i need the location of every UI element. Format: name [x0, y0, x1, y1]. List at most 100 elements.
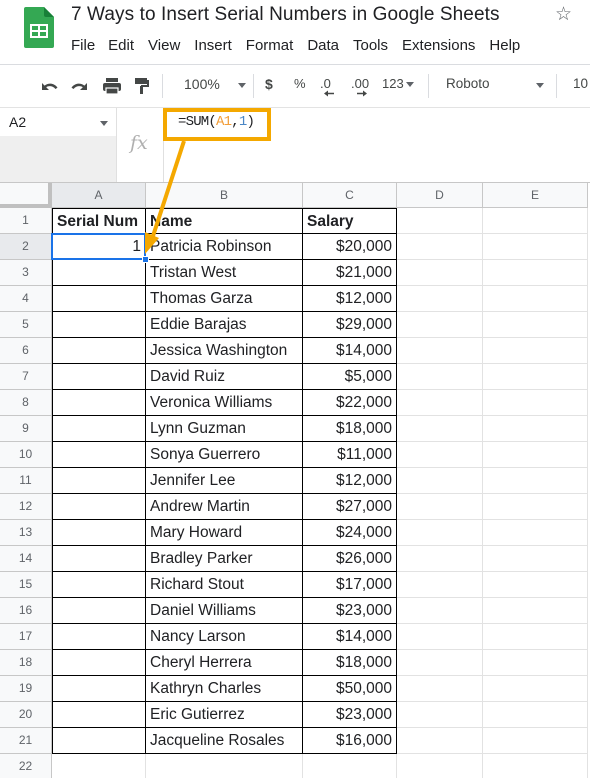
percent-format-button[interactable]: %	[294, 76, 306, 91]
cell-name[interactable]: Thomas Garza	[146, 286, 303, 312]
cell-d[interactable]	[397, 338, 483, 364]
menu-file[interactable]: File	[71, 37, 95, 54]
cell-e[interactable]	[483, 754, 588, 778]
cell-salary[interactable]: $23,000	[303, 702, 397, 728]
row-header[interactable]: 8	[0, 390, 52, 416]
fill-handle[interactable]	[142, 256, 149, 263]
row-header[interactable]: 1	[0, 208, 52, 234]
cell-salary[interactable]: $11,000	[303, 442, 397, 468]
cell-a[interactable]	[52, 312, 146, 338]
font-size-select[interactable]: 10	[573, 76, 588, 91]
cell-a[interactable]	[52, 338, 146, 364]
cell-d[interactable]	[397, 442, 483, 468]
cell-a[interactable]	[52, 546, 146, 572]
row-header[interactable]: 9	[0, 416, 52, 442]
cell-name[interactable]: David Ruiz	[146, 364, 303, 390]
zoom-select[interactable]: 100%	[184, 76, 246, 92]
cell-e[interactable]	[483, 702, 588, 728]
cell-salary[interactable]: $26,000	[303, 546, 397, 572]
row-header[interactable]: 4	[0, 286, 52, 312]
cell-name[interactable]: Kathryn Charles	[146, 676, 303, 702]
formula-input[interactable]: =SUM(A1,1)	[164, 108, 590, 182]
currency-format-button[interactable]: $	[265, 76, 273, 92]
menu-tools[interactable]: Tools	[353, 37, 388, 54]
redo-icon[interactable]	[69, 78, 91, 94]
cell-a[interactable]	[52, 468, 146, 494]
cell-d[interactable]	[397, 520, 483, 546]
cell-a[interactable]	[52, 572, 146, 598]
row-header[interactable]: 5	[0, 312, 52, 338]
cell-salary[interactable]: $16,000	[303, 728, 397, 754]
cell-e[interactable]	[483, 520, 588, 546]
cell-e[interactable]	[483, 676, 588, 702]
row-header[interactable]: 21	[0, 728, 52, 754]
column-header-b[interactable]: B	[146, 183, 303, 208]
cell-salary[interactable]: $18,000	[303, 650, 397, 676]
select-all-corner[interactable]	[0, 183, 52, 208]
cell-name[interactable]: Bradley Parker	[146, 546, 303, 572]
menu-format[interactable]: Format	[246, 37, 294, 54]
cell-a[interactable]	[52, 598, 146, 624]
cell-d[interactable]	[397, 364, 483, 390]
cell-salary[interactable]: $50,000	[303, 676, 397, 702]
cell-e[interactable]	[483, 572, 588, 598]
cell-salary[interactable]: $23,000	[303, 598, 397, 624]
cell-a[interactable]	[52, 286, 146, 312]
cell-e[interactable]	[483, 390, 588, 416]
cell-name[interactable]: Tristan West	[146, 260, 303, 286]
cell-a[interactable]	[52, 442, 146, 468]
cell-salary[interactable]	[303, 754, 397, 778]
menu-help[interactable]: Help	[489, 37, 520, 54]
cell-e[interactable]	[483, 260, 588, 286]
cell-salary[interactable]: $29,000	[303, 312, 397, 338]
cell-a[interactable]: 1	[52, 234, 146, 260]
cell-name[interactable]: Eric Gutierrez	[146, 702, 303, 728]
menu-extensions[interactable]: Extensions	[402, 37, 475, 54]
row-header[interactable]: 13	[0, 520, 52, 546]
cell-d[interactable]	[397, 676, 483, 702]
column-header-e[interactable]: E	[483, 183, 588, 208]
cell-name[interactable]: Cheryl Herrera	[146, 650, 303, 676]
row-header[interactable]: 15	[0, 572, 52, 598]
cell-a[interactable]	[52, 676, 146, 702]
chevron-down-icon[interactable]	[100, 121, 108, 126]
cell-a[interactable]	[52, 416, 146, 442]
cell-e[interactable]	[483, 312, 588, 338]
cell-d[interactable]	[397, 390, 483, 416]
menu-edit[interactable]: Edit	[108, 37, 134, 54]
cell-e[interactable]	[483, 364, 588, 390]
cell-a[interactable]	[52, 520, 146, 546]
cell-salary[interactable]: $17,000	[303, 572, 397, 598]
cell-salary[interactable]: $18,000	[303, 416, 397, 442]
cell-salary[interactable]: $12,000	[303, 468, 397, 494]
cell-salary[interactable]: $14,000	[303, 624, 397, 650]
cell-e[interactable]	[483, 234, 588, 260]
row-header[interactable]: 11	[0, 468, 52, 494]
cell-e[interactable]	[483, 624, 588, 650]
cell-d[interactable]	[397, 754, 483, 778]
cell-salary[interactable]: $20,000	[303, 234, 397, 260]
cell-d[interactable]	[397, 234, 483, 260]
cell-a[interactable]	[52, 728, 146, 754]
decrease-decimal-button[interactable]: .0	[320, 76, 334, 97]
cell-d[interactable]	[397, 728, 483, 754]
cell-e[interactable]	[483, 286, 588, 312]
cell-a[interactable]	[52, 364, 146, 390]
star-icon[interactable]: ☆	[555, 3, 572, 26]
font-family-select[interactable]: Roboto	[446, 76, 544, 91]
cell-e[interactable]	[483, 598, 588, 624]
cell-e[interactable]	[483, 338, 588, 364]
menu-insert[interactable]: Insert	[194, 37, 232, 54]
paint-format-icon[interactable]	[133, 76, 151, 96]
cell-salary[interactable]: $24,000	[303, 520, 397, 546]
cell-a[interactable]	[52, 754, 146, 778]
cell-d[interactable]	[397, 286, 483, 312]
cell-salary[interactable]: $22,000	[303, 390, 397, 416]
row-header[interactable]: 3	[0, 260, 52, 286]
cell-d[interactable]	[397, 546, 483, 572]
row-header[interactable]: 20	[0, 702, 52, 728]
google-sheets-logo[interactable]	[24, 7, 54, 48]
cell-name[interactable]: Eddie Barajas	[146, 312, 303, 338]
cell-a[interactable]	[52, 494, 146, 520]
cell-d[interactable]	[397, 468, 483, 494]
